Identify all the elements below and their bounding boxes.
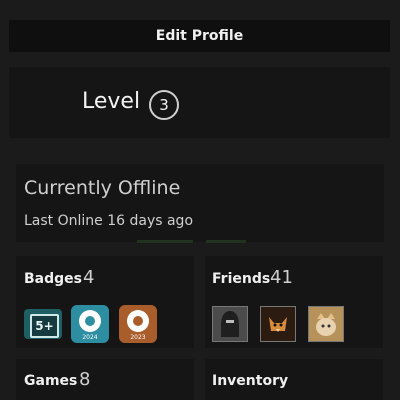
friends-label[interactable]: Friends [212, 271, 270, 287]
profile-page: Edit Profile Level 3 Currently Offline L… [0, 0, 400, 400]
status-title: Currently Offline [24, 177, 181, 199]
level-label: Level [82, 89, 141, 114]
games-label[interactable]: Games [24, 373, 77, 389]
steam-logo-icon [79, 310, 101, 332]
badge-steam-2024-icon[interactable]: 2024 [71, 305, 109, 343]
badge-year: 2024 [82, 334, 98, 341]
friends-count[interactable]: 41 [270, 267, 293, 288]
friend-avatar[interactable] [308, 306, 344, 342]
badge-5plus-label: 5+ [30, 314, 59, 338]
badges-count[interactable]: 4 [83, 267, 94, 288]
fox-avatar-icon [261, 307, 295, 341]
badges-label[interactable]: Badges [24, 271, 82, 287]
badge-steam-2023-icon[interactable]: 2023 [119, 305, 157, 343]
level-panel [9, 67, 390, 138]
divider-accent [206, 240, 246, 243]
inventory-label[interactable]: Inventory [212, 373, 288, 389]
cat-avatar-icon [309, 307, 343, 341]
knight-avatar-icon [213, 307, 247, 341]
edit-profile-label: Edit Profile [155, 28, 244, 44]
divider-accent [137, 240, 193, 243]
friend-avatar[interactable] [212, 306, 248, 342]
badge-5plus-icon[interactable]: 5+ [24, 309, 62, 339]
friend-avatar[interactable] [260, 306, 296, 342]
games-count[interactable]: 8 [79, 369, 90, 390]
steam-logo-icon [127, 310, 149, 332]
level-value: 3 [159, 96, 169, 114]
edit-profile-button[interactable]: Edit Profile [9, 20, 390, 52]
status-panel [16, 164, 384, 242]
badge-year: 2023 [130, 334, 146, 341]
level-badge: 3 [149, 90, 179, 120]
status-subtitle: Last Online 16 days ago [24, 213, 194, 229]
